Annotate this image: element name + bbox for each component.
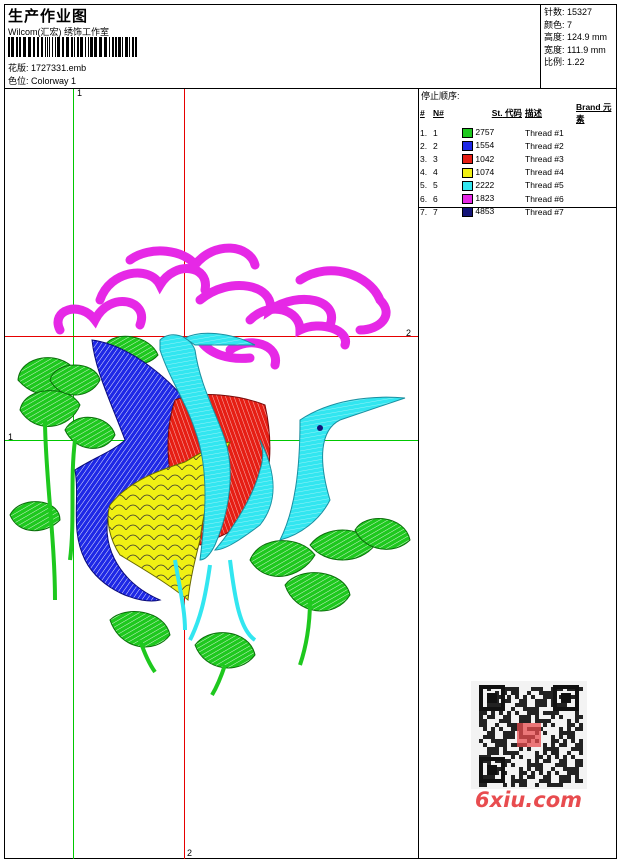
qr-code [471, 681, 587, 789]
crane-eye [317, 425, 323, 431]
watermark-logo: 6xiu.com [475, 788, 583, 812]
